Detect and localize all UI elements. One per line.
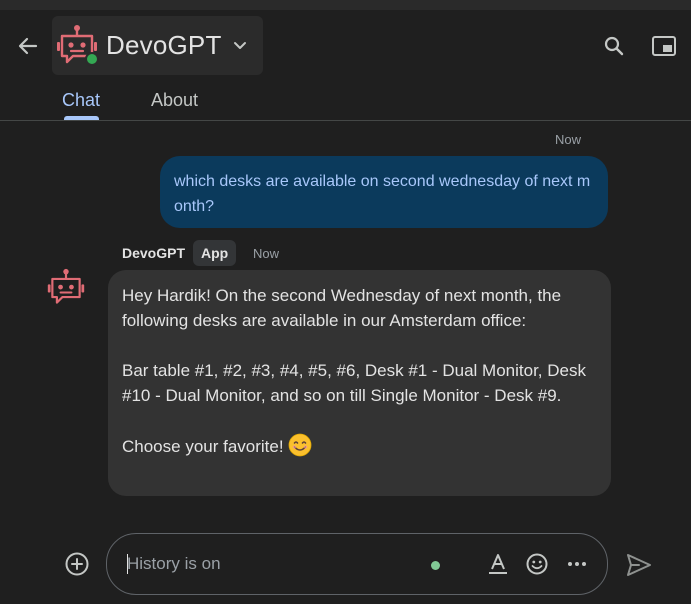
user-message-timestamp: Now	[555, 132, 582, 147]
add-attachment-button[interactable]	[64, 551, 90, 582]
picture-in-picture-icon	[652, 36, 676, 56]
text-cursor	[127, 554, 128, 574]
back-button[interactable]	[14, 34, 42, 58]
more-horiz-icon	[568, 562, 586, 566]
tab-chat[interactable]: Chat	[62, 90, 100, 111]
tab-about[interactable]: About	[151, 90, 198, 111]
history-on-indicator	[431, 561, 440, 570]
bot-message-timestamp: Now	[253, 246, 280, 261]
add-circle-icon	[65, 552, 89, 576]
picture-in-picture-button[interactable]	[651, 35, 677, 62]
bot-sender-name: DevoGPT	[122, 245, 186, 261]
header-divider	[0, 120, 691, 121]
bot-closing-text: Choose your favorite!	[122, 437, 284, 456]
user-message-text: which desks are available on second wedn…	[174, 173, 591, 215]
message-composer	[106, 533, 608, 595]
send-icon	[627, 554, 651, 576]
online-status-dot	[85, 52, 99, 66]
bot-paragraph-greeting: Hey Hardik! On the second Wednesday of n…	[122, 286, 562, 330]
more-options-button[interactable]	[566, 553, 588, 580]
message-input[interactable]	[125, 548, 419, 580]
bot-message-bubble: Hey Hardik! On the second Wednesday of n…	[108, 270, 611, 496]
chat-header: DevoGPT Chat About	[0, 10, 691, 120]
emoji-button[interactable]	[525, 552, 549, 581]
chevron-down-icon	[234, 42, 246, 49]
app-badge: App	[193, 240, 237, 266]
send-button[interactable]	[625, 552, 653, 583]
smiling-face-icon	[288, 433, 311, 457]
bot-paragraph-desks: Bar table #1, #2, #3, #4, #5, #6, Desk #…	[122, 361, 586, 405]
emoji-icon	[526, 553, 548, 575]
bot-avatar-icon	[47, 268, 85, 304]
app-title: DevoGPT	[106, 30, 222, 60]
text-format-icon	[489, 554, 507, 574]
search-button[interactable]	[602, 34, 626, 63]
app-switcher[interactable]: DevoGPT	[52, 16, 263, 75]
back-arrow-icon	[18, 37, 38, 55]
user-message-bubble: which desks are available on second wedn…	[160, 156, 608, 228]
format-text-button[interactable]	[487, 552, 509, 581]
bot-paragraph-closing: Choose your favorite!	[122, 433, 597, 459]
search-icon	[604, 36, 624, 56]
window-top-strip	[0, 0, 691, 10]
